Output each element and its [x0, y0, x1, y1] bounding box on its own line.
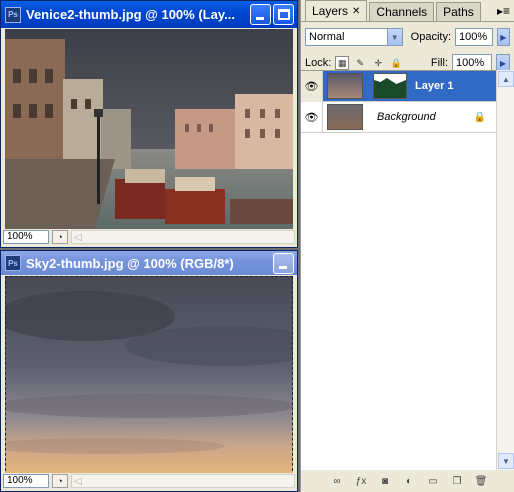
- sky-image: [5, 276, 293, 476]
- zoom-field[interactable]: 100%: [3, 474, 49, 488]
- layer-thumbnail: [327, 104, 363, 130]
- sky-document-window[interactable]: Ps Sky2-thumb.jpg @ 100% (RGB/8*) 100% ◔…: [0, 250, 298, 492]
- sky-window-title: Sky2-thumb.jpg @ 100% (RGB/8*): [26, 255, 234, 271]
- tab-channels[interactable]: Channels: [369, 2, 435, 21]
- close-icon[interactable]: ✕: [352, 6, 360, 17]
- minimize-icon: [256, 17, 264, 20]
- maximize-icon: [278, 9, 290, 20]
- scroll-up-icon[interactable]: ▲: [498, 71, 514, 87]
- eye-icon[interactable]: 👁: [301, 101, 323, 133]
- new-layer-icon[interactable]: ❐: [450, 476, 464, 487]
- opacity-input[interactable]: 100%: [455, 28, 493, 46]
- minimize-button[interactable]: [250, 4, 271, 25]
- scroll-down-icon[interactable]: ▼: [498, 453, 514, 469]
- minimize-icon: [279, 265, 287, 269]
- status-menu-button[interactable]: ◔: [52, 474, 68, 488]
- tab-paths[interactable]: Paths: [436, 2, 481, 21]
- layers-list: 👁 Layer 1 👁 Background 🔒: [301, 70, 496, 470]
- lock-icon: 🔒: [473, 111, 486, 123]
- layer-name[interactable]: Background: [377, 111, 436, 123]
- chevron-down-icon: ▼: [386, 29, 402, 45]
- zoom-field[interactable]: 100%: [3, 230, 49, 244]
- adjustment-layer-icon[interactable]: ◐: [402, 476, 416, 487]
- eye-icon[interactable]: 👁: [301, 70, 323, 102]
- blend-mode-select[interactable]: Normal ▼: [305, 28, 403, 46]
- venice-title-bar[interactable]: Ps Venice2-thumb.jpg @ 100% (Lay...: [1, 1, 297, 28]
- status-menu-button[interactable]: ◔: [52, 230, 68, 244]
- link-layers-icon[interactable]: ∞: [330, 476, 344, 487]
- photoshop-icon: Ps: [5, 6, 21, 23]
- maximize-button[interactable]: [273, 4, 294, 25]
- lock-position-icon[interactable]: ✛: [371, 56, 385, 70]
- horizontal-scrollbar[interactable]: ◁: [71, 230, 295, 244]
- layers-footer: ∞ ƒx ◙ ◐ ▭ ❐ 🗑: [301, 470, 514, 492]
- sky-title-bar[interactable]: Ps Sky2-thumb.jpg @ 100% (RGB/8*): [1, 251, 297, 275]
- fill-label: Fill:: [430, 57, 448, 69]
- minimize-button[interactable]: [273, 252, 294, 274]
- lock-label: Lock:: [305, 57, 332, 69]
- layer-row-layer1[interactable]: 👁 Layer 1: [301, 70, 496, 102]
- layer-mask-icon[interactable]: ◙: [378, 476, 392, 487]
- tab-label: Paths: [443, 5, 474, 19]
- delete-layer-icon[interactable]: 🗑: [474, 476, 488, 487]
- layer-mask-thumbnail[interactable]: [373, 73, 407, 99]
- venice-canvas[interactable]: [5, 29, 293, 229]
- venice-document-window[interactable]: Ps Venice2-thumb.jpg @ 100% (Lay... 100%…: [0, 0, 298, 248]
- scroll-left-icon[interactable]: ◁: [74, 476, 82, 487]
- layers-panel: Layers ✕ Channels Paths ▸≡ Normal ▼ Opaci…: [300, 0, 514, 492]
- lock-image-icon[interactable]: ✎: [353, 56, 367, 70]
- venice-window-title: Venice2-thumb.jpg @ 100% (Lay...: [26, 7, 235, 22]
- tab-layers[interactable]: Layers ✕: [305, 0, 368, 21]
- photoshop-icon: Ps: [5, 255, 21, 271]
- opacity-slider-button[interactable]: ▶: [496, 28, 510, 46]
- lock-all-icon[interactable]: 🔒: [389, 56, 403, 70]
- layer-style-icon[interactable]: ƒx: [354, 476, 368, 487]
- scroll-left-icon[interactable]: ◁: [74, 232, 82, 243]
- horizontal-scrollbar[interactable]: ◁: [71, 474, 295, 488]
- venice-image: [5, 29, 293, 229]
- panel-menu-icon[interactable]: ▸≡: [497, 4, 510, 18]
- tab-label: Layers: [312, 4, 349, 18]
- layer-row-background[interactable]: 👁 Background 🔒: [301, 101, 496, 133]
- sky-canvas[interactable]: [5, 276, 293, 476]
- blend-mode-value: Normal: [309, 31, 345, 43]
- lock-transparent-icon[interactable]: ▦: [335, 56, 350, 70]
- tab-label: Channels: [376, 5, 428, 19]
- new-group-icon[interactable]: ▭: [426, 476, 440, 487]
- layers-scrollbar[interactable]: ▲ ▼: [496, 70, 514, 470]
- opacity-label: Opacity:: [410, 31, 452, 43]
- layer-name[interactable]: Layer 1: [415, 80, 454, 92]
- layer-thumbnail: [327, 73, 363, 99]
